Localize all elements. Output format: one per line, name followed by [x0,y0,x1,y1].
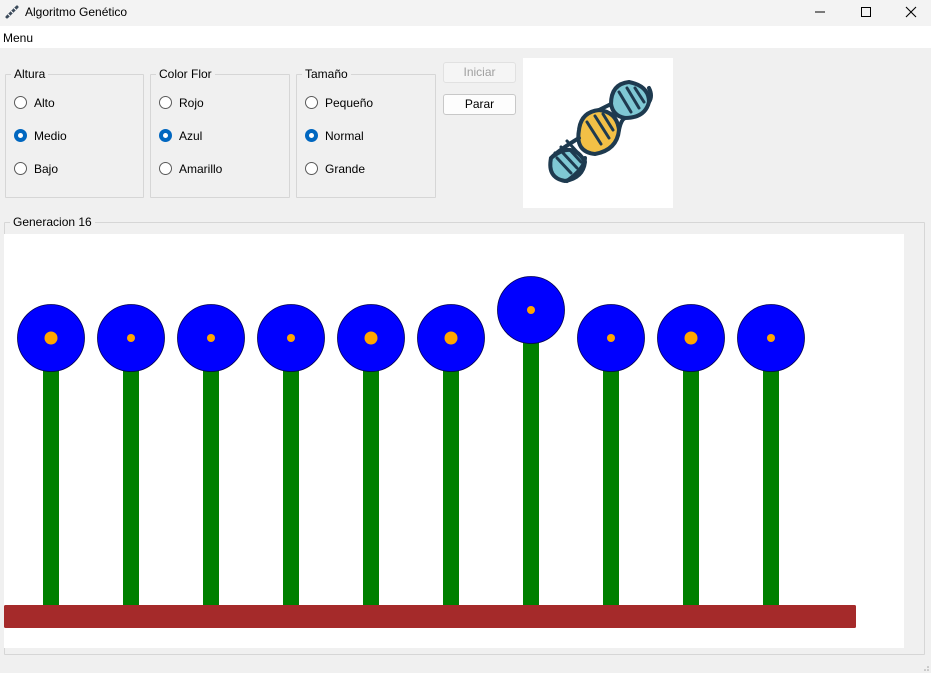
radio-amarillo[interactable] [159,162,172,175]
radio-normal[interactable] [305,129,318,142]
flower-center [207,334,215,342]
flower-stem [283,338,299,605]
generation-label: Generacion 16 [10,215,95,229]
resize-grip-icon[interactable] [922,664,930,672]
close-icon [905,6,917,18]
flower-drawing [4,276,856,628]
flower-center [767,334,775,342]
flower-stem [43,338,59,605]
radio-label: Medio [34,129,67,143]
radio-label: Pequeño [325,96,374,110]
flower-stem [443,338,459,605]
flower-stem [523,310,539,605]
radio-azul[interactable] [159,129,172,142]
parar-button[interactable]: Parar [443,94,516,115]
ground-bar [4,605,856,628]
radio-grande[interactable] [305,162,318,175]
color-flor-group-title: Color Flor [156,67,215,81]
minimize-button[interactable] [797,0,843,24]
radio-label: Alto [34,96,55,110]
maximize-button[interactable] [843,0,889,24]
flower-center [527,306,535,314]
iniciar-button[interactable]: Iniciar [443,62,516,83]
radio-label: Bajo [34,162,59,176]
flower-center [607,334,615,342]
flower-stem [123,338,139,605]
radio-pequeno[interactable] [305,96,318,109]
tamano-group-title: Tamaño [302,67,351,81]
menu-item-menu[interactable]: Menu [3,31,33,45]
dna-image [523,58,673,208]
tamano-group: Tamaño Pequeño Normal Grande [296,67,436,198]
radio-medio[interactable] [14,129,27,142]
flower-stem [763,338,779,605]
flower-center [287,334,295,342]
radio-label: Normal [325,129,364,143]
window-title: Algoritmo Genético [25,5,128,19]
radio-bajo[interactable] [14,162,27,175]
altura-group-title: Altura [11,67,49,81]
flower-center [44,331,58,345]
close-button[interactable] [888,0,931,24]
radio-rojo[interactable] [159,96,172,109]
dna-app-icon [5,5,19,19]
flower-stem [363,338,379,605]
dna-icon [548,80,653,183]
radio-alto[interactable] [14,96,27,109]
altura-group: Altura Alto Medio Bajo [5,67,144,198]
flower-canvas [4,234,904,648]
radio-label: Rojo [179,96,204,110]
flower-center [444,331,458,345]
title-bar: Algoritmo Genético [0,0,931,26]
flower-center [127,334,135,342]
flower-stem [683,338,699,605]
color-flor-group: Color Flor Rojo Azul Amarillo [150,67,290,198]
maximize-icon [861,7,871,17]
radio-label: Amarillo [179,162,223,176]
radio-label: Azul [179,129,203,143]
radio-label: Grande [325,162,366,176]
minimize-icon [815,11,825,13]
flower-stem [603,338,619,605]
flower-stem [203,338,219,605]
flower-center [364,331,378,345]
flower-center [684,331,698,345]
menu-bar: Menu [0,26,931,48]
